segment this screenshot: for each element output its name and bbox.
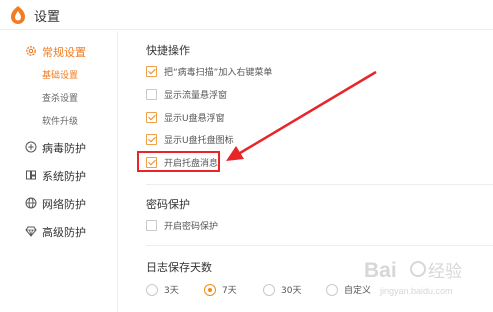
radio-button[interactable] (263, 284, 275, 296)
watermark: Bai 经验 jingyan.baidu.com (360, 253, 493, 303)
section-title-password: 密码保护 (146, 198, 190, 211)
checkbox[interactable] (146, 220, 157, 231)
sidebar-item-label: 常规设置 (42, 46, 86, 59)
gear-icon (26, 46, 36, 56)
divider (146, 245, 493, 246)
sidebar-sub-upgrade[interactable]: 软件升级 (42, 114, 78, 127)
sidebar-item-label: 高级防护 (42, 226, 86, 239)
svg-text:经验: 经验 (428, 262, 462, 282)
baidu-logo-icon: Bai 经验 jingyan.baidu.com (364, 259, 462, 296)
checkbox[interactable] (146, 66, 157, 77)
sidebar: 常规设置 基础设置 查杀设置 软件升级 病毒防护 系统防护 网络防护 高级防护 (0, 31, 118, 312)
title-bar: 设置 (0, 0, 493, 30)
section-title-log-days: 日志保存天数 (146, 261, 212, 274)
checkbox[interactable] (146, 112, 157, 123)
checkbox[interactable] (146, 89, 157, 100)
sidebar-item-label: 网络防护 (42, 198, 86, 211)
divider (146, 184, 493, 185)
radio-button[interactable] (146, 284, 158, 296)
section-title-quick: 快捷操作 (146, 44, 190, 57)
sidebar-item-system[interactable]: 系统防护 (0, 163, 118, 187)
radio-button[interactable] (204, 284, 216, 296)
app-logo-icon (11, 6, 25, 24)
plus-shield-icon (25, 141, 37, 153)
window-title: 设置 (34, 10, 61, 25)
sidebar-sub-scan[interactable]: 查杀设置 (42, 91, 78, 104)
sidebar-item-general[interactable]: 常规设置 (0, 39, 118, 63)
sidebar-sub-basic[interactable]: 基础设置 (42, 68, 78, 81)
svg-text:Bai: Bai (364, 259, 397, 282)
radio-button[interactable] (326, 284, 338, 296)
sidebar-item-label: 病毒防护 (42, 142, 86, 155)
sidebar-item-label: 系统防护 (42, 170, 86, 183)
sidebar-item-advanced[interactable]: 高级防护 (0, 219, 118, 243)
sidebar-item-network[interactable]: 网络防护 (0, 191, 118, 215)
svg-text:jingyan.baidu.com: jingyan.baidu.com (379, 286, 453, 296)
checkbox[interactable] (146, 134, 157, 145)
annotation-highlight-box (137, 151, 220, 172)
sidebar-item-virus[interactable]: 病毒防护 (0, 135, 118, 159)
globe-icon (25, 197, 37, 209)
system-icon (26, 170, 36, 180)
diamond-icon (25, 226, 37, 237)
